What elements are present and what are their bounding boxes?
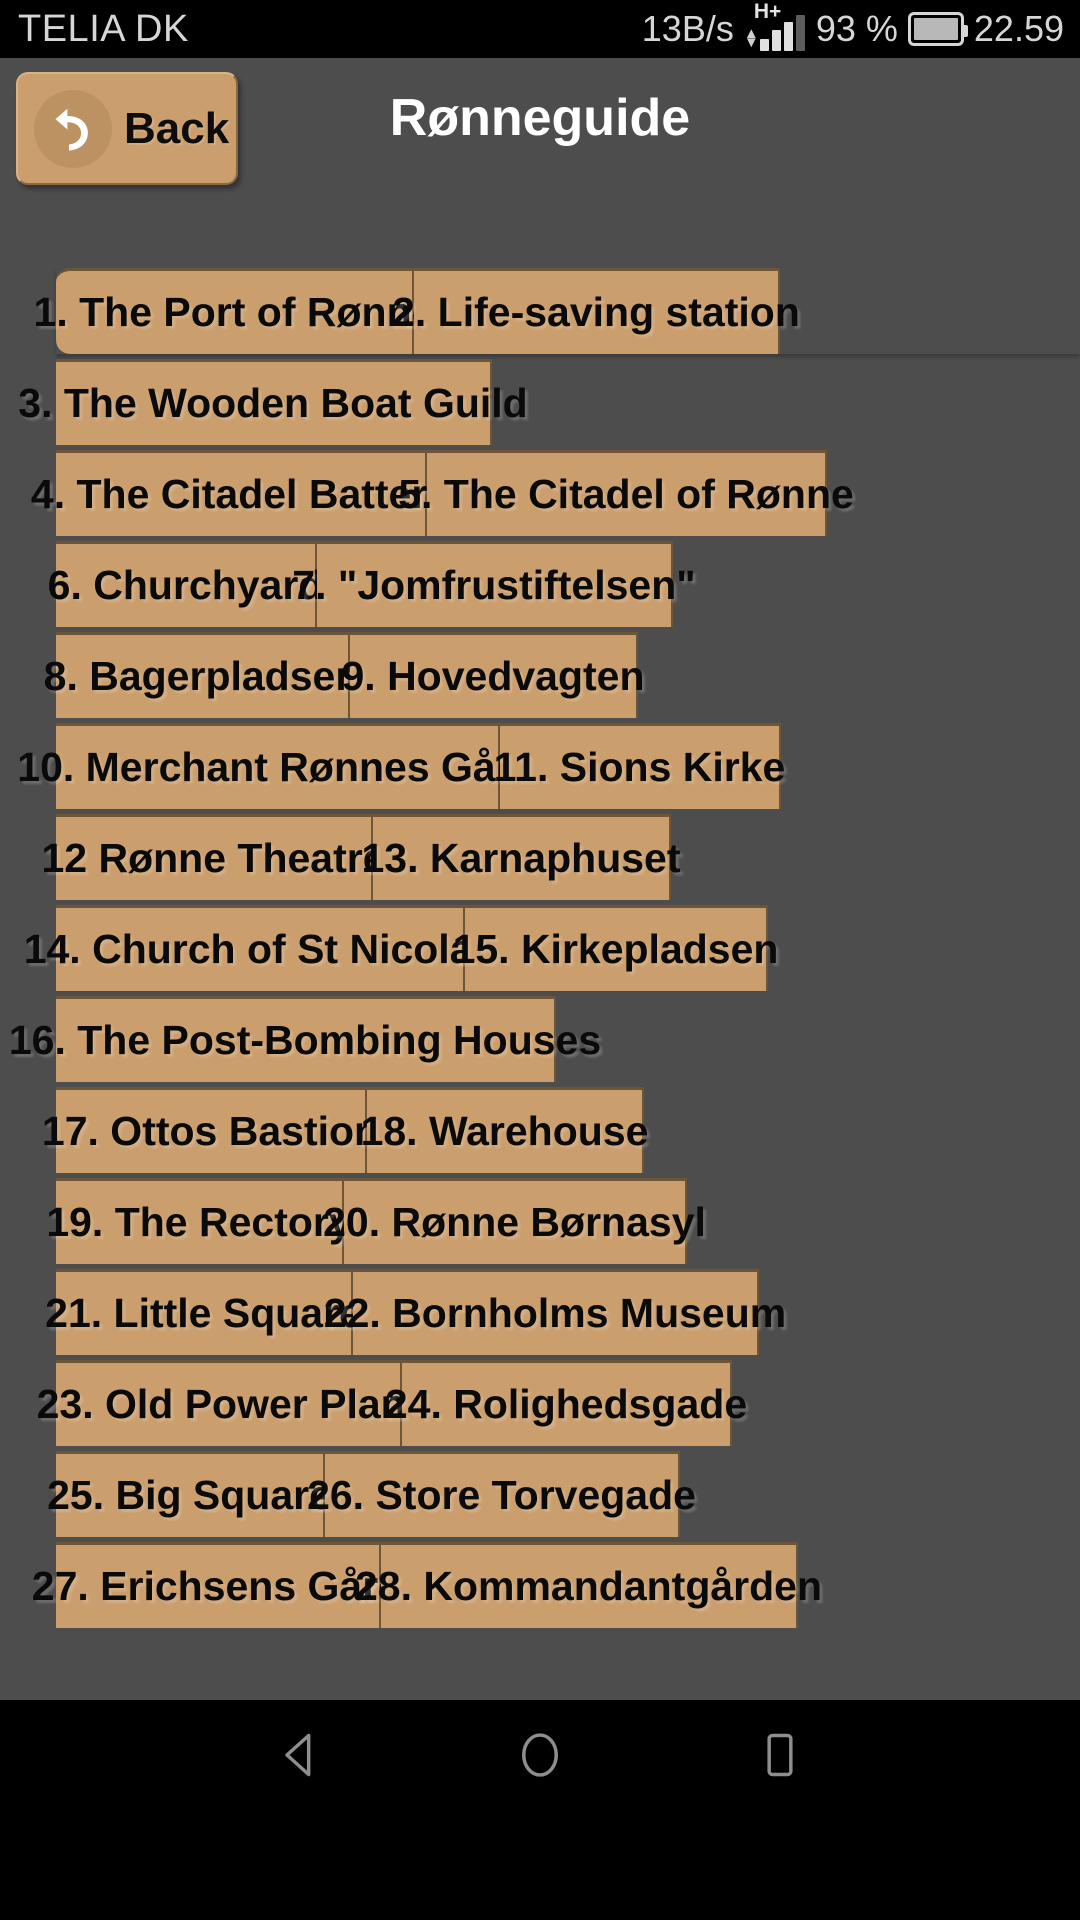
guide-item-button[interactable]: 22. Bornholms Museum xyxy=(324,1269,786,1355)
app-header: Back Rønneguide xyxy=(0,58,1080,188)
guide-item-button[interactable]: 18. Warehouse xyxy=(361,1087,648,1173)
signal-bar-3 xyxy=(783,22,793,51)
status-right-group: 13B/s H+ ▲ ▼ 93 % 22.59 xyxy=(641,1,1064,51)
guide-item-button[interactable]: 7. "Jomfrustiftelsen" xyxy=(292,541,696,627)
guide-row: 25. Big Square 26. Store Torvegade xyxy=(47,1451,1080,1537)
nav-home-icon[interactable] xyxy=(485,1700,595,1810)
guide-row: 14. Church of St Nicolas 15. Kirkepladsen xyxy=(24,905,1080,991)
guide-item-button[interactable]: 6. Churchyard xyxy=(48,541,323,627)
guide-item-button[interactable]: 24. Rolighedsgade xyxy=(385,1360,747,1446)
guide-item-button[interactable]: 14. Church of St Nicolas xyxy=(24,905,495,991)
guide-row: 12 Rønne Theatre 13. Karnaphuset xyxy=(41,814,1080,900)
guide-item-button[interactable]: 9. Hovedvagten xyxy=(341,632,645,718)
data-rate-label: 13B/s xyxy=(641,8,734,49)
guide-row: 27. Erichsens Gård 28. Kommandantgården xyxy=(32,1542,1080,1628)
guide-item-button[interactable]: 16. The Post-Bombing Houses xyxy=(9,996,601,1082)
guide-item-button[interactable]: 1. The Port of Rønne xyxy=(34,268,434,354)
guide-item-button[interactable]: 15. Kirkepladsen xyxy=(453,905,778,991)
guide-row: 23. Old Power Plant 24. Rolighedsgade xyxy=(37,1360,1080,1446)
guide-item-button[interactable]: 4. The Citadel Battery xyxy=(31,450,450,536)
android-nav-bar xyxy=(0,1700,1080,1810)
guide-item-list[interactable]: 1. The Port of Rønne 2. Life-saving stati… xyxy=(0,268,1080,1810)
guide-item-button[interactable]: 26. Store Torvegade xyxy=(307,1451,696,1537)
guide-row: 21. Little Square 22. Bornholms Museum xyxy=(45,1269,1080,1355)
status-carrier-label: TELIA DK xyxy=(18,7,189,50)
signal-bar-1 xyxy=(759,39,769,51)
nav-recents-icon[interactable] xyxy=(725,1700,835,1810)
app-screen: Back Rønneguide 1. The Port of Rønne 2. L… xyxy=(0,58,1080,1810)
battery-percent-label: 93 % xyxy=(815,8,898,49)
guide-item-button[interactable]: 25. Big Square xyxy=(47,1451,332,1537)
guide-row: 19. The Rectory 20. Rønne Børnasyl xyxy=(46,1178,1080,1264)
guide-item-button[interactable]: 5. The Citadel of Rønne xyxy=(398,450,854,536)
battery-icon xyxy=(907,12,968,46)
guide-item-button[interactable]: 13. Karnaphuset xyxy=(362,814,681,900)
guide-item-button[interactable]: 11. Sions Kirke xyxy=(494,723,785,809)
signal-bars-icon: H+ ▲ ▼ xyxy=(743,1,806,51)
guide-item-button[interactable]: 28. Kommandantgården xyxy=(355,1542,822,1628)
status-bar: TELIA DK 13B/s H+ ▲ ▼ 93 % 22.59 xyxy=(0,0,1080,58)
guide-item-button[interactable]: 27. Erichsens Gård xyxy=(32,1542,403,1628)
guide-row: 8. Bagerpladsen 9. Hovedvagten xyxy=(44,632,1080,718)
guide-item-button[interactable]: 10. Merchant Rønnes Gård xyxy=(17,723,537,809)
battery-fill xyxy=(913,18,958,40)
guide-row: 3. The Wooden Boat Guild xyxy=(18,359,1080,445)
guide-item-button[interactable]: 23. Old Power Plant xyxy=(37,1360,419,1446)
data-transfer-arrows-icon: ▲ ▼ xyxy=(743,25,759,51)
guide-item-button[interactable]: 12 Rønne Theatre xyxy=(41,814,386,900)
guide-item-button[interactable]: 19. The Rectory xyxy=(46,1178,352,1264)
nav-back-icon[interactable] xyxy=(245,1700,355,1810)
clock-label: 22.59 xyxy=(973,8,1064,49)
guide-item-button[interactable]: 3. The Wooden Boat Guild xyxy=(18,359,528,445)
guide-row: 16. The Post-Bombing Houses xyxy=(9,996,1080,1082)
guide-row: 1. The Port of Rønne 2. Life-saving stati… xyxy=(34,268,1080,354)
guide-item-button[interactable]: 2. Life-saving station xyxy=(392,268,800,354)
guide-item-button[interactable]: 17. Ottos Bastion xyxy=(42,1087,379,1173)
guide-item-button[interactable]: 21. Little Square xyxy=(45,1269,362,1355)
signal-bar-2 xyxy=(771,30,781,51)
guide-item-button[interactable]: 20. Rønne Børnasyl xyxy=(323,1178,706,1264)
signal-bar-4 xyxy=(795,15,805,51)
guide-item-button[interactable]: 8. Bagerpladsen xyxy=(44,632,360,718)
page-title: Rønneguide xyxy=(389,89,691,147)
guide-row: 4. The Citadel Battery 5. The Citadel of … xyxy=(31,450,1080,536)
guide-row: 17. Ottos Bastion 18. Warehouse xyxy=(42,1087,1080,1173)
guide-row: 10. Merchant Rønnes Gård 11. Sions Kirke xyxy=(17,723,1080,809)
network-type-label: H+ xyxy=(753,0,782,23)
guide-row: 6. Churchyard 7. "Jomfrustiftelsen" xyxy=(48,541,1080,627)
